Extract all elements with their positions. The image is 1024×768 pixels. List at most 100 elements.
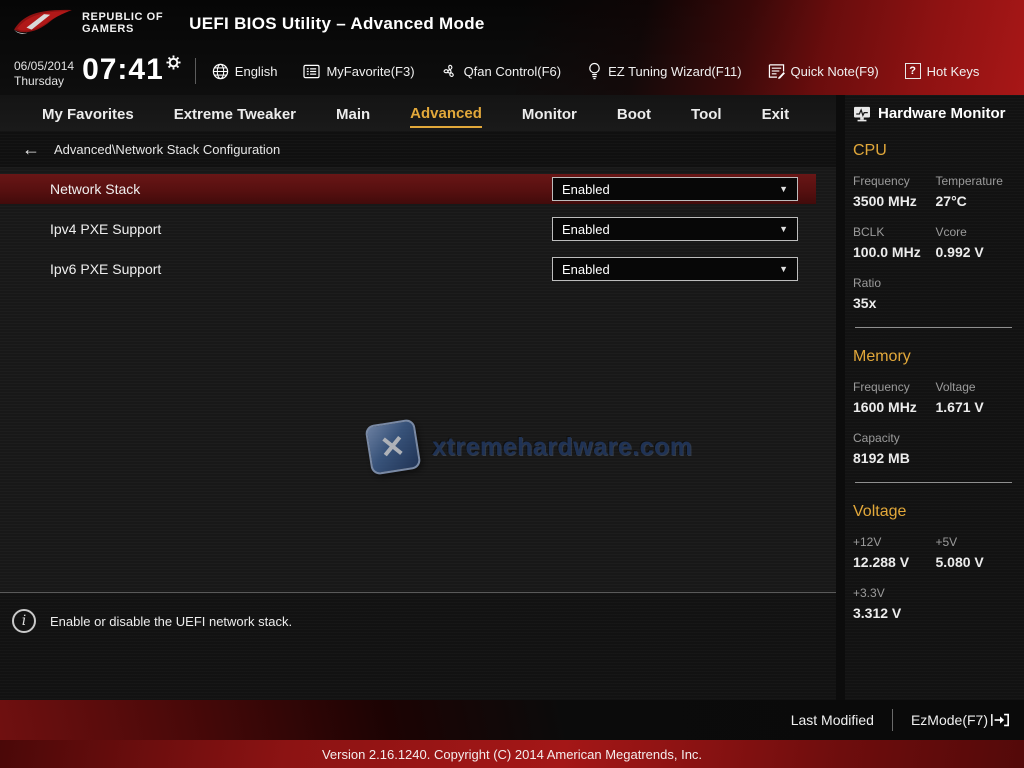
section-divider xyxy=(855,327,1012,328)
header-top-bar: REPUBLIC OF GAMERS UEFI BIOS Utility – A… xyxy=(0,0,1024,47)
ipv4-pxe-dropdown[interactable]: Enabled ▼ xyxy=(552,217,798,241)
setting-row-ipv6-pxe[interactable]: Ipv6 PXE Support Enabled ▼ xyxy=(0,254,836,284)
day-text: Thursday xyxy=(14,74,74,89)
field-value: 8192 MB xyxy=(853,450,932,466)
memory-capacity: Capacity 8192 MB xyxy=(853,431,932,466)
breadcrumb: Advanced\Network Stack Configuration xyxy=(54,142,280,157)
field-value: 27°C xyxy=(936,193,1015,209)
qfan-label: Qfan Control(F6) xyxy=(464,64,562,79)
exit-to-ezmode-icon xyxy=(990,712,1010,728)
field-value: 12.288 V xyxy=(853,554,932,570)
question-icon: ? xyxy=(905,63,921,79)
version-bar: Version 2.16.1240. Copyright (C) 2014 Am… xyxy=(0,740,1024,768)
setting-label: Network Stack xyxy=(50,181,140,197)
version-text: Version 2.16.1240. Copyright (C) 2014 Am… xyxy=(322,747,702,762)
field-value: 5.080 V xyxy=(936,554,1015,570)
footer-divider xyxy=(892,709,893,731)
field-label: +12V xyxy=(853,535,932,549)
main-panel: My Favorites Extreme Tweaker Main Advanc… xyxy=(0,95,836,700)
brand-line-2: GAMERS xyxy=(82,24,163,36)
fan-icon xyxy=(441,63,458,80)
watermark-text: xtremehardware.com xyxy=(432,433,693,462)
monitor-icon xyxy=(853,106,871,122)
time-text: 07:41 xyxy=(82,53,164,87)
cpu-fields: Frequency 3500 MHz Temperature 27°C BCLK… xyxy=(853,174,1014,311)
watermark-x-glyph: ✕ xyxy=(379,428,408,465)
setting-row-ipv4-pxe[interactable]: Ipv4 PXE Support Enabled ▼ xyxy=(0,214,836,244)
tab-exit[interactable]: Exit xyxy=(762,100,790,127)
cpu-frequency: Frequency 3500 MHz xyxy=(853,174,932,209)
ipv6-pxe-dropdown[interactable]: Enabled ▼ xyxy=(552,257,798,281)
ez-tuning-label: EZ Tuning Wizard(F11) xyxy=(608,64,741,79)
voltage-5v: +5V 5.080 V xyxy=(936,535,1015,570)
tab-main[interactable]: Main xyxy=(336,100,370,127)
tab-bar: My Favorites Extreme Tweaker Main Advanc… xyxy=(0,95,836,131)
clock-block: 06/05/2014 Thursday 07:41 xyxy=(14,53,181,89)
hardware-monitor-label: Hardware Monitor xyxy=(878,105,1006,122)
tab-extreme-tweaker[interactable]: Extreme Tweaker xyxy=(174,100,296,127)
memory-voltage: Voltage 1.671 V xyxy=(936,380,1015,415)
help-panel: i Enable or disable the UEFI network sta… xyxy=(0,592,836,700)
field-value: 3.312 V xyxy=(853,605,932,621)
cpu-bclk: BCLK 100.0 MHz xyxy=(853,225,932,260)
dropdown-value: Enabled xyxy=(562,262,610,277)
field-label: BCLK xyxy=(853,225,932,239)
uefi-bios-screen: REPUBLIC OF GAMERS UEFI BIOS Utility – A… xyxy=(0,0,1024,768)
chevron-down-icon: ▼ xyxy=(779,264,788,274)
field-label: Vcore xyxy=(936,225,1015,239)
globe-icon xyxy=(212,63,229,80)
memory-fields: Frequency 1600 MHz Voltage 1.671 V Capac… xyxy=(853,380,1014,466)
tab-tool[interactable]: Tool xyxy=(691,100,722,127)
field-label: Ratio xyxy=(853,276,932,290)
help-text: Enable or disable the UEFI network stack… xyxy=(50,609,292,629)
quick-note-label: Quick Note(F9) xyxy=(791,64,879,79)
myfavorite-button[interactable]: MyFavorite(F3) xyxy=(303,64,414,79)
network-stack-dropdown[interactable]: Enabled ▼ xyxy=(552,177,798,201)
cpu-vcore: Vcore 0.992 V xyxy=(936,225,1015,260)
tab-advanced[interactable]: Advanced xyxy=(410,99,482,128)
section-divider xyxy=(855,482,1012,483)
field-value: 1.671 V xyxy=(936,399,1015,415)
hot-keys-label: Hot Keys xyxy=(927,64,980,79)
favorite-list-icon xyxy=(303,64,320,79)
setting-label: Ipv6 PXE Support xyxy=(50,261,161,277)
clock-settings-gear-icon[interactable] xyxy=(166,55,181,70)
header: REPUBLIC OF GAMERS UEFI BIOS Utility – A… xyxy=(0,0,1024,95)
qfan-control-button[interactable]: Qfan Control(F6) xyxy=(441,63,562,80)
voltage-fields: +12V 12.288 V +5V 5.080 V +3.3V 3.312 V xyxy=(853,535,1014,621)
breadcrumb-bar: ← Advanced\Network Stack Configuration xyxy=(0,131,836,167)
quick-note-icon xyxy=(768,63,785,79)
watermark-x-icon: ✕ xyxy=(364,418,421,475)
chevron-down-icon: ▼ xyxy=(779,184,788,194)
hot-keys-button[interactable]: ? Hot Keys xyxy=(905,63,980,79)
info-icon: i xyxy=(12,609,36,633)
ezmode-label: EzMode(F7) xyxy=(911,712,988,728)
myfavorite-label: MyFavorite(F3) xyxy=(326,64,414,79)
memory-frequency: Frequency 1600 MHz xyxy=(853,380,932,415)
tab-monitor[interactable]: Monitor xyxy=(522,100,577,127)
field-value: 35x xyxy=(853,295,932,311)
language-button[interactable]: English xyxy=(212,63,278,80)
ez-tuning-wizard-button[interactable]: EZ Tuning Wizard(F11) xyxy=(587,62,741,80)
field-label: Frequency xyxy=(853,174,932,188)
tab-boot[interactable]: Boot xyxy=(617,100,651,127)
field-label: +3.3V xyxy=(853,586,932,600)
field-value: 1600 MHz xyxy=(853,399,932,415)
footer-bar: Last Modified EzMode(F7) xyxy=(0,700,1024,740)
dropdown-value: Enabled xyxy=(562,222,610,237)
ezmode-button[interactable]: EzMode(F7) xyxy=(911,712,1010,728)
back-arrow-icon[interactable]: ← xyxy=(22,140,40,158)
memory-section-title: Memory xyxy=(853,348,1014,366)
field-value: 100.0 MHz xyxy=(853,244,932,260)
setting-row-network-stack[interactable]: Network Stack Enabled ▼ xyxy=(0,174,816,204)
toolbar: English MyFavorite(F3) xyxy=(212,62,980,80)
setting-label: Ipv4 PXE Support xyxy=(50,221,161,237)
tab-my-favorites[interactable]: My Favorites xyxy=(42,100,134,127)
field-value: 3500 MHz xyxy=(853,193,932,209)
toolbar-divider xyxy=(195,58,196,84)
quick-note-button[interactable]: Quick Note(F9) xyxy=(768,63,879,79)
field-label: Voltage xyxy=(936,380,1015,394)
field-label: Temperature xyxy=(936,174,1015,188)
last-modified-button[interactable]: Last Modified xyxy=(791,712,874,728)
rog-eye-logo-icon xyxy=(12,4,74,44)
